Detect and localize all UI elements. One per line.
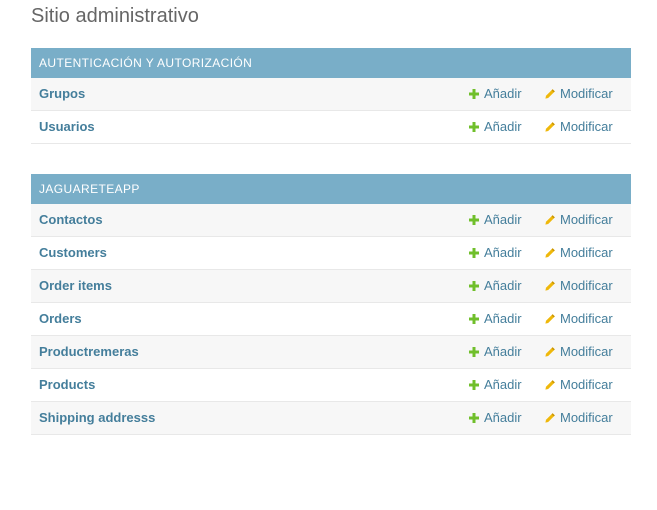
pencil-icon [544,379,556,391]
change-label: Modificar [560,212,613,227]
pencil-icon [544,88,556,100]
pencil-icon [544,313,556,325]
table-row: Usuarios Añadir Modificar [31,111,631,144]
plus-icon [468,346,480,358]
table-row: Order items Añadir Modificar [31,270,631,303]
table-row: Shipping addresss Añadir Modificar [31,402,631,435]
change-button[interactable]: Modificar [544,78,613,110]
plus-icon [468,379,480,391]
plus-icon [468,412,480,424]
add-label: Añadir [484,344,522,359]
model-link-shipping-addresss[interactable]: Shipping addresss [39,402,155,434]
table-row: Grupos Añadir Modificar [31,78,631,111]
change-button[interactable]: Modificar [544,237,613,269]
add-label: Añadir [484,119,522,134]
plus-icon [468,280,480,292]
change-label: Modificar [560,377,613,392]
module-jaguareteapp: JAGUARETEAPP Contactos Añadir Modificar … [31,174,631,435]
add-label: Añadir [484,86,522,101]
add-button[interactable]: Añadir [468,336,522,368]
change-button[interactable]: Modificar [544,402,613,434]
pencil-icon [544,247,556,259]
plus-icon [468,214,480,226]
pencil-icon [544,214,556,226]
change-label: Modificar [560,311,613,326]
add-button[interactable]: Añadir [468,270,522,302]
module-caption[interactable]: AUTENTICACIÓN Y AUTORIZACIÓN [31,48,631,78]
plus-icon [468,247,480,259]
change-button[interactable]: Modificar [544,270,613,302]
table-row: Productremeras Añadir Modificar [31,336,631,369]
table-row: Customers Añadir Modificar [31,237,631,270]
module-auth: AUTENTICACIÓN Y AUTORIZACIÓN Grupos Añad… [31,48,631,144]
add-button[interactable]: Añadir [468,303,522,335]
change-label: Modificar [560,245,613,260]
plus-icon [468,313,480,325]
change-label: Modificar [560,344,613,359]
add-label: Añadir [484,377,522,392]
pencil-icon [544,280,556,292]
change-button[interactable]: Modificar [544,336,613,368]
table-row: Contactos Añadir Modificar [31,204,631,237]
page-title: Sitio administrativo [31,5,199,27]
add-button[interactable]: Añadir [468,369,522,401]
model-link-products[interactable]: Products [39,369,95,401]
add-label: Añadir [484,311,522,326]
change-label: Modificar [560,119,613,134]
model-link-contactos[interactable]: Contactos [39,204,103,236]
model-link-grupos[interactable]: Grupos [39,78,85,110]
add-label: Añadir [484,212,522,227]
change-label: Modificar [560,278,613,293]
table-row: Products Añadir Modificar [31,369,631,402]
add-label: Añadir [484,245,522,260]
add-label: Añadir [484,410,522,425]
pencil-icon [544,346,556,358]
change-button[interactable]: Modificar [544,303,613,335]
change-label: Modificar [560,86,613,101]
model-link-usuarios[interactable]: Usuarios [39,111,95,143]
change-label: Modificar [560,410,613,425]
change-button[interactable]: Modificar [544,111,613,143]
pencil-icon [544,121,556,133]
module-caption[interactable]: JAGUARETEAPP [31,174,631,204]
plus-icon [468,88,480,100]
pencil-icon [544,412,556,424]
model-link-productremeras[interactable]: Productremeras [39,336,139,368]
change-button[interactable]: Modificar [544,204,613,236]
plus-icon [468,121,480,133]
add-button[interactable]: Añadir [468,111,522,143]
table-row: Orders Añadir Modificar [31,303,631,336]
add-button[interactable]: Añadir [468,237,522,269]
add-label: Añadir [484,278,522,293]
change-button[interactable]: Modificar [544,369,613,401]
add-button[interactable]: Añadir [468,204,522,236]
model-link-order-items[interactable]: Order items [39,270,112,302]
model-link-customers[interactable]: Customers [39,237,107,269]
add-button[interactable]: Añadir [468,402,522,434]
add-button[interactable]: Añadir [468,78,522,110]
model-link-orders[interactable]: Orders [39,303,82,335]
